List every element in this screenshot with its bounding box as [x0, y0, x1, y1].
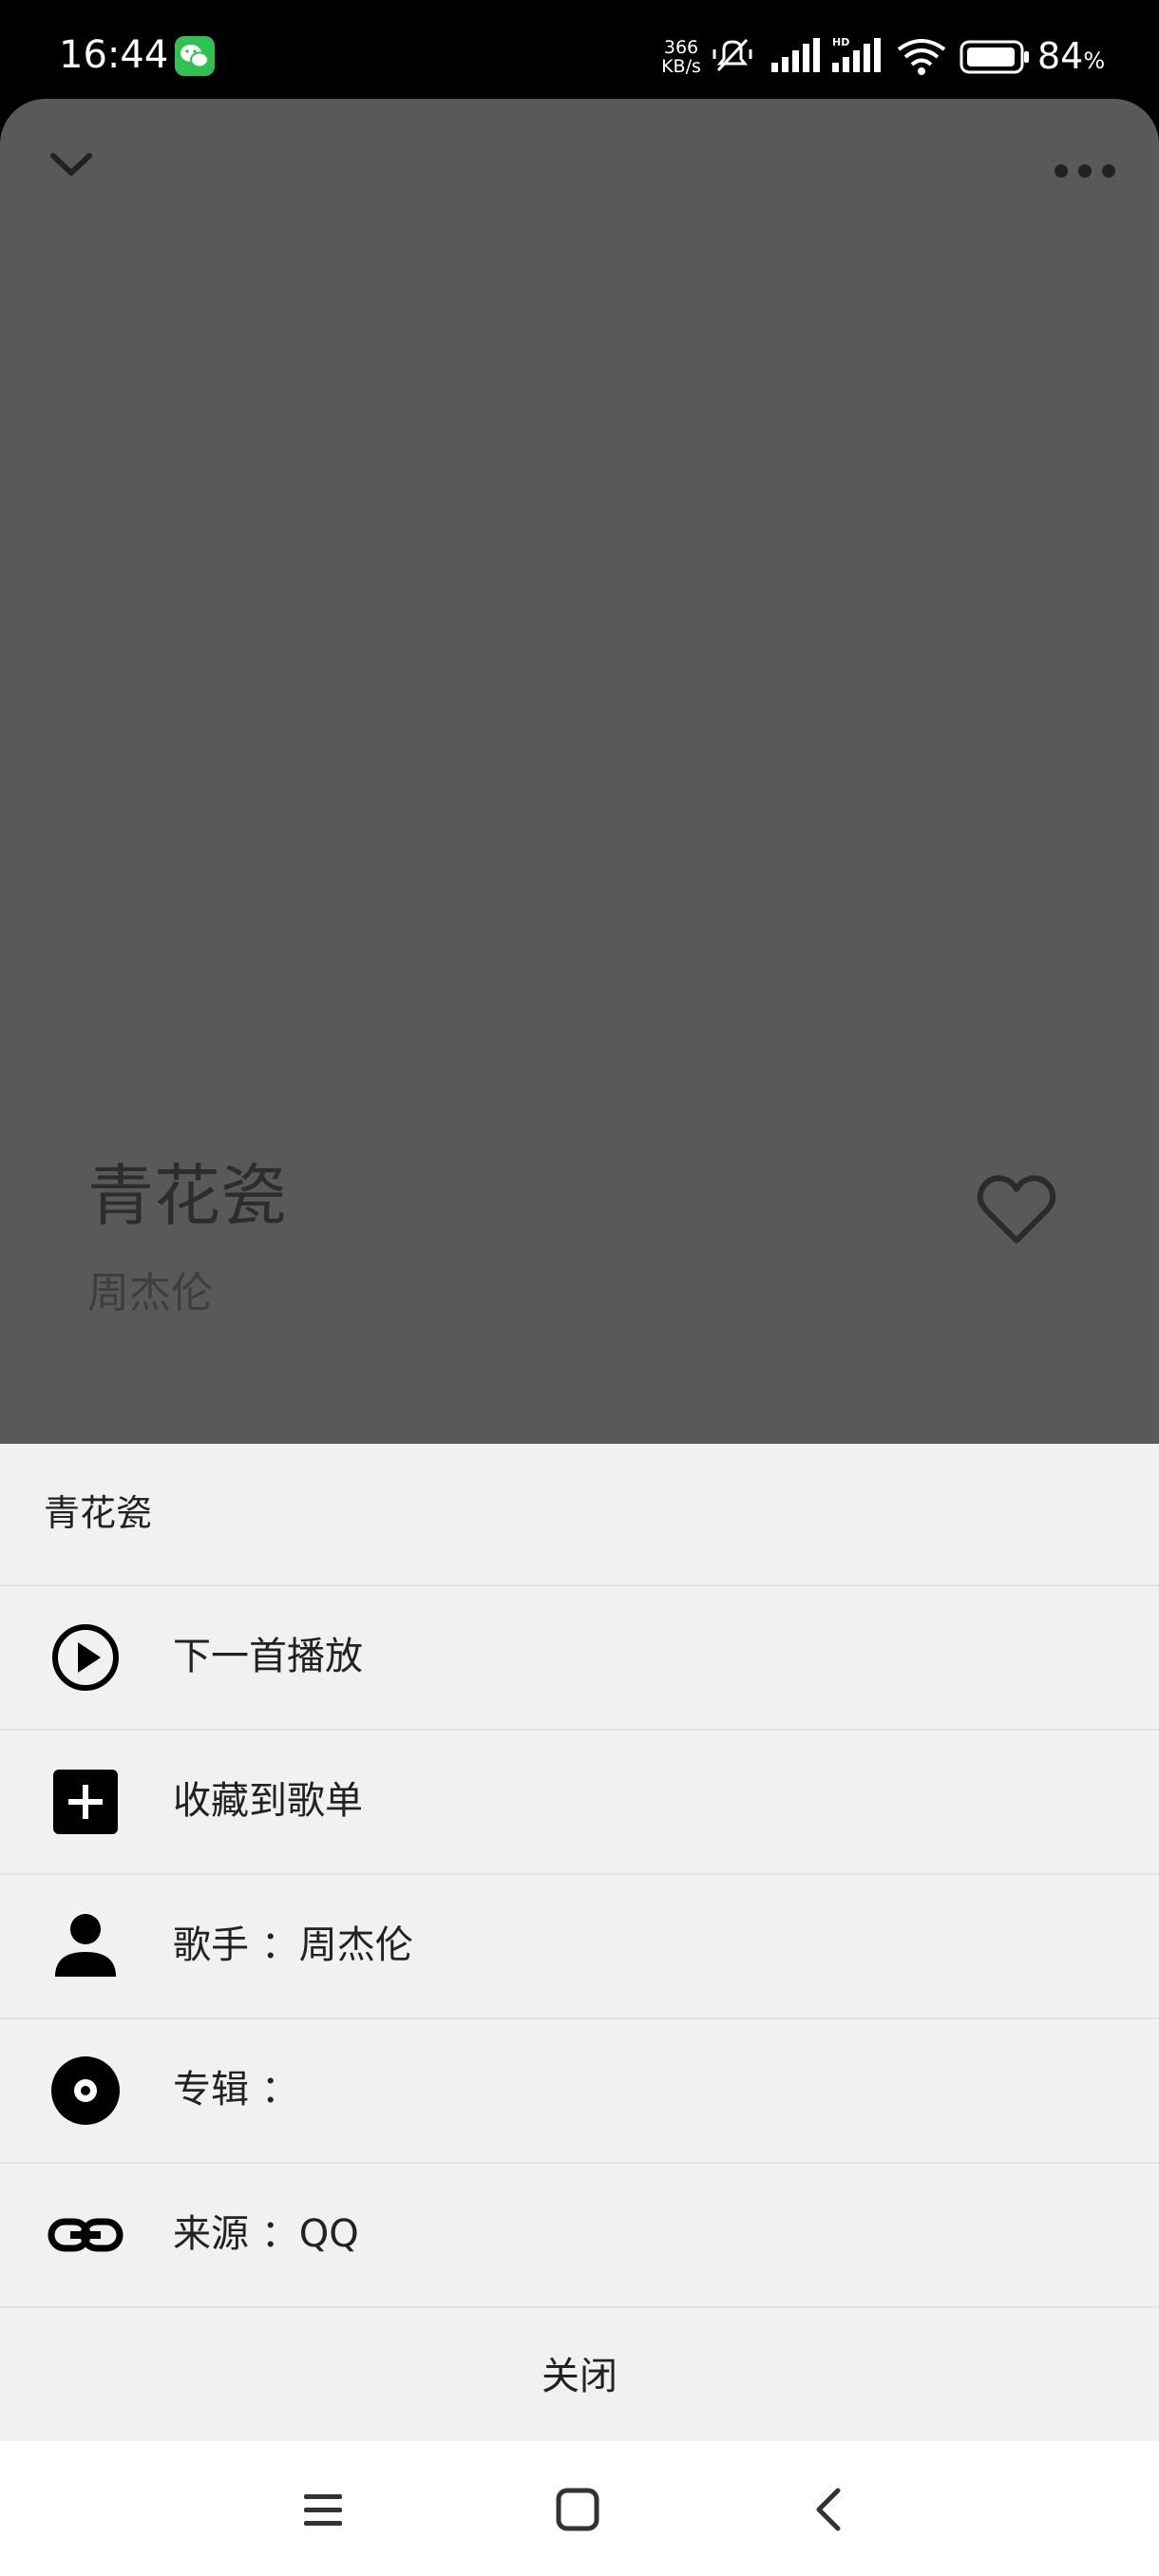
menu-item-label: 专辑 ：: [173, 2068, 299, 2112]
more-icon[interactable]: [1053, 160, 1117, 182]
svg-text:HD: HD: [832, 36, 849, 48]
menu-item-artist[interactable]: 歌手 ：周杰伦: [0, 1875, 1159, 2019]
plus-square-icon: [48, 1768, 124, 1836]
menu-item-label: 来源 ：QQ: [173, 2212, 359, 2256]
battery-percent-value: 84: [1037, 35, 1084, 77]
net-speed-unit: KB/s: [661, 56, 701, 77]
player-panel: 青花瓷 周杰伦: [0, 99, 1159, 1448]
play-circle-icon: [48, 1623, 124, 1692]
status-bar: 16:44 366 KB/s HD 84%: [0, 0, 1159, 99]
sheet-title: 青花瓷: [44, 1492, 153, 1534]
album-disc-icon: [48, 2056, 124, 2125]
menu-item-label: 收藏到歌单: [173, 1779, 363, 1823]
heart-icon[interactable]: [977, 1174, 1056, 1246]
battery-percent: 84%: [1037, 34, 1105, 83]
wifi-icon: [897, 38, 946, 80]
close-label: 关闭: [542, 2355, 618, 2398]
battery-icon: [960, 40, 1032, 78]
hd-signal-icon: HD: [832, 36, 885, 78]
home-square-icon[interactable]: [551, 2483, 604, 2536]
signal-icon: [771, 38, 821, 78]
menu-item-add-to-playlist[interactable]: 收藏到歌单: [0, 1731, 1159, 1875]
song-artist[interactable]: 周杰伦: [87, 1267, 213, 1320]
net-speed: 366 KB/s: [658, 38, 704, 76]
navigation-bar: [0, 2441, 1159, 2576]
person-icon: [48, 1912, 124, 1980]
menu-icon[interactable]: [296, 2483, 350, 2536]
net-speed-value: 366: [663, 37, 699, 58]
wechat-icon: [175, 36, 215, 76]
menu-item-label: 歌手 ：周杰伦: [173, 1923, 413, 1967]
battery-percent-unit: %: [1083, 47, 1106, 74]
close-button[interactable]: 关闭: [0, 2308, 1159, 2447]
menu-item-play-next[interactable]: 下一首播放: [0, 1586, 1159, 1731]
mute-icon: [711, 36, 754, 80]
action-sheet: 青花瓷 下一首播放 收藏到歌单 歌手 ：周杰伦 专辑 ： 来源 ：QQ 关闭: [0, 1444, 1159, 2441]
sheet-header: 青花瓷: [0, 1444, 1159, 1586]
back-chevron-icon[interactable]: [804, 2483, 857, 2536]
link-icon: [48, 2201, 124, 2269]
chevron-down-icon[interactable]: [48, 146, 95, 184]
menu-item-album[interactable]: 专辑 ：: [0, 2019, 1159, 2164]
screen: 16:44 366 KB/s HD 84% 青花瓷 周杰伦 青花瓷 下一首播放 …: [0, 0, 1159, 2576]
song-title: 青花瓷: [87, 1157, 287, 1235]
menu-item-source[interactable]: 来源 ：QQ: [0, 2164, 1159, 2308]
status-time: 16:44: [59, 33, 169, 77]
menu-item-label: 下一首播放: [173, 1635, 363, 1678]
